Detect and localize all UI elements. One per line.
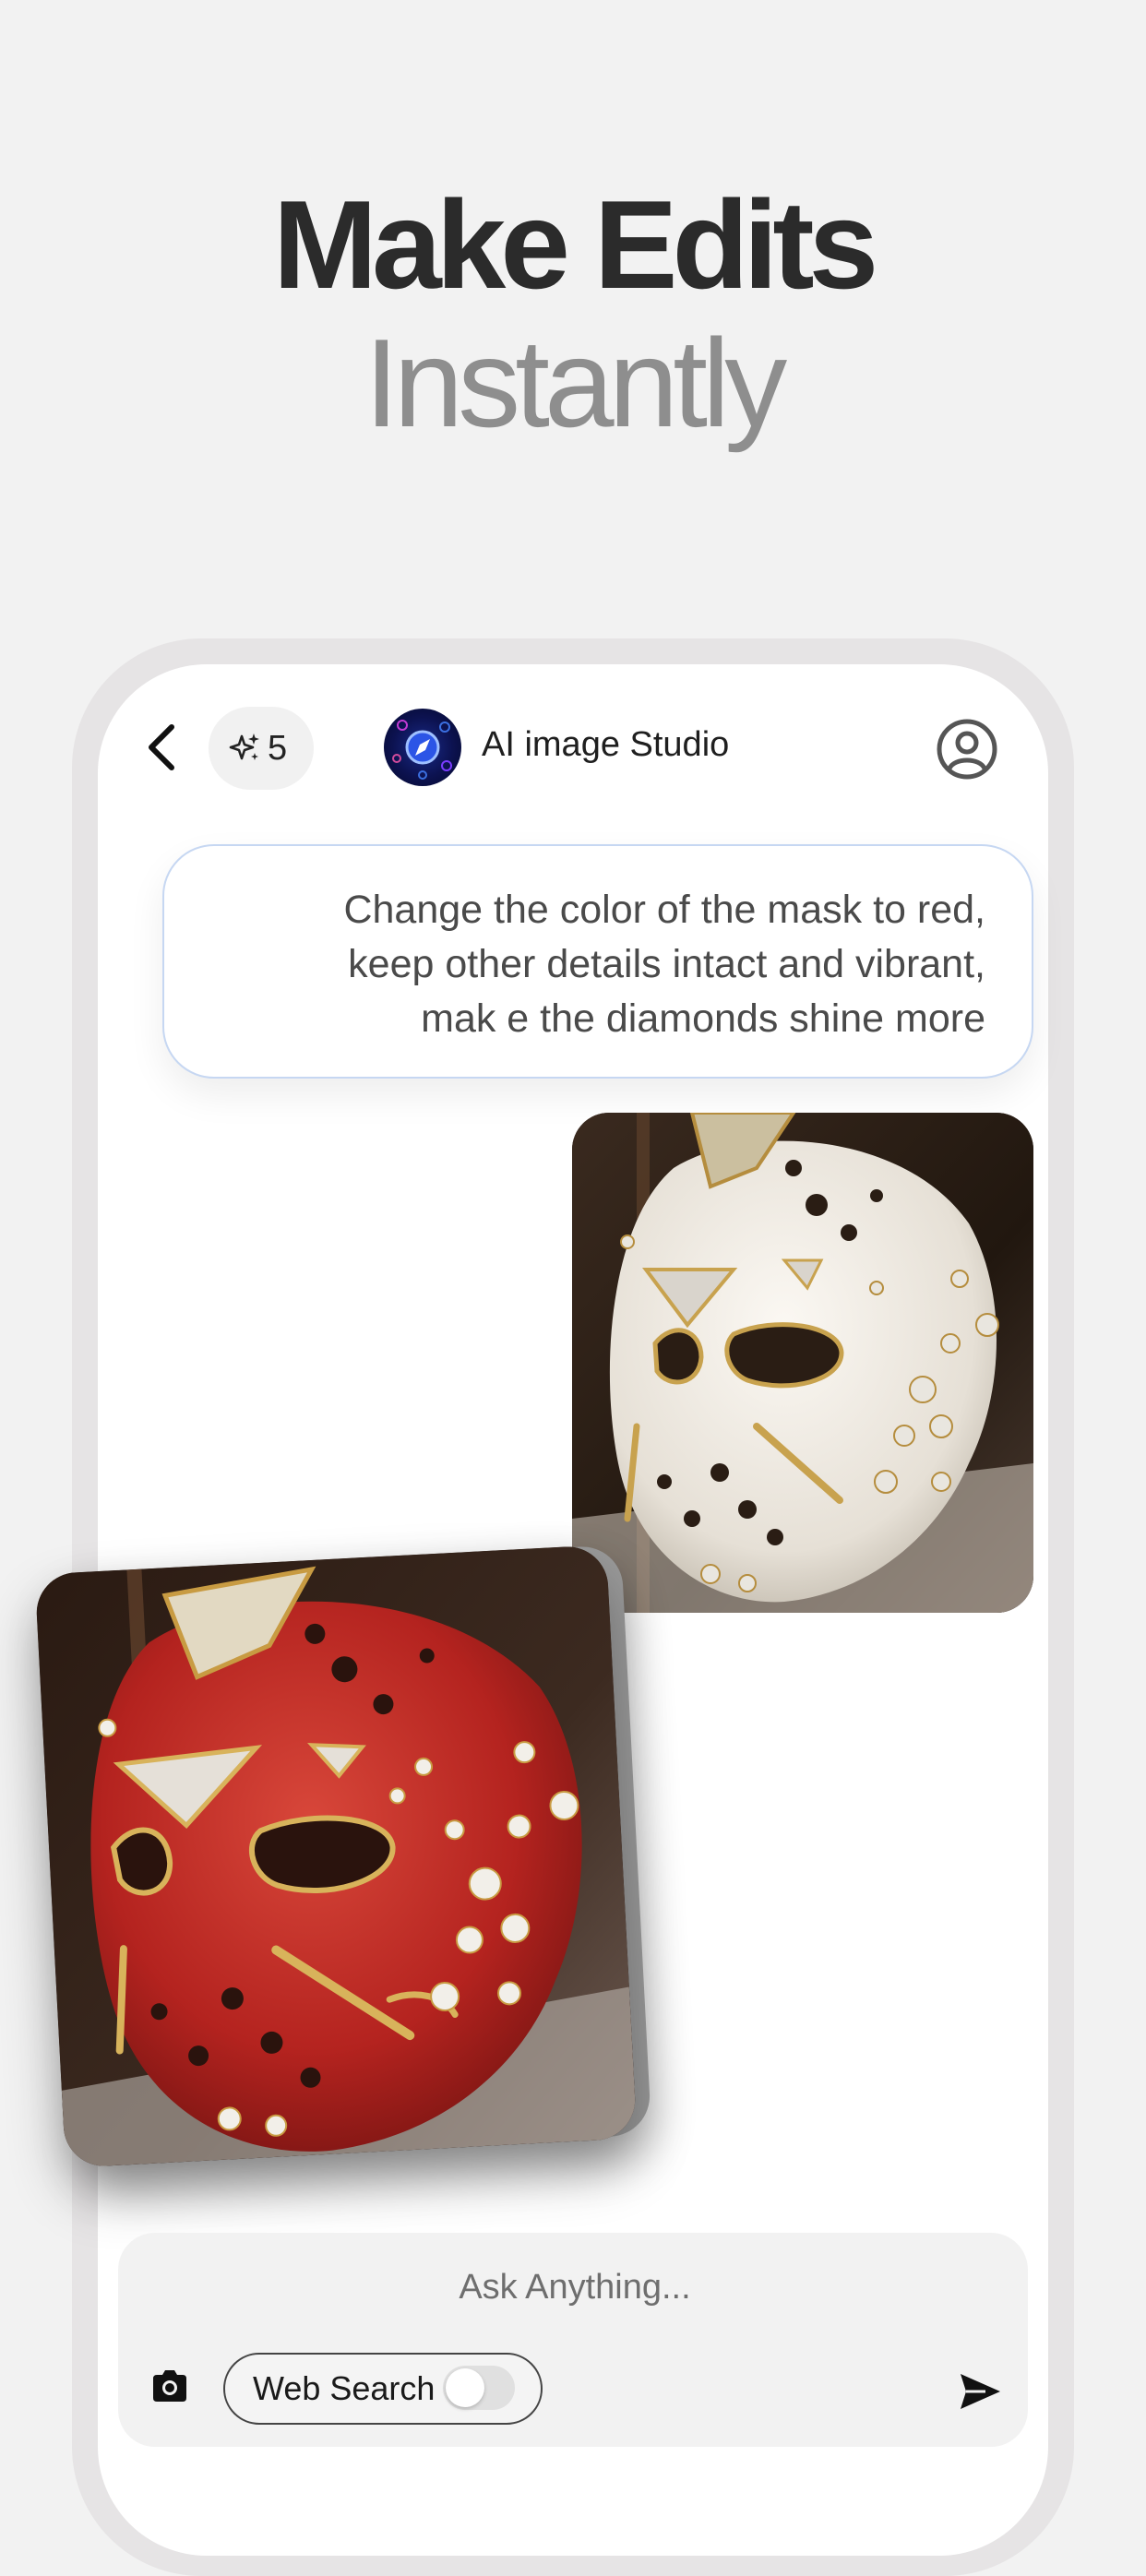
compass-icon: [392, 720, 452, 780]
message-line: keep other details intact and vibrant,: [348, 942, 985, 986]
edited-image[interactable]: [34, 1544, 638, 2168]
ask-input[interactable]: [118, 2259, 1032, 2316]
back-button[interactable]: [138, 720, 186, 775]
profile-button[interactable]: [936, 718, 998, 781]
user-circle-icon: [937, 719, 997, 780]
toggle-knob: [446, 2368, 484, 2407]
white-mask-image: [572, 1113, 1033, 1613]
sparkles-icon: [229, 733, 259, 760]
hero: Make Edits Instantly: [0, 175, 1146, 452]
hero-title: Make Edits: [272, 174, 878, 315]
user-message-bubble: Change the color of the mask to red, kee…: [162, 844, 1033, 1079]
message-line: mak e the diamonds shine more: [421, 996, 985, 1041]
send-button[interactable]: [958, 2371, 1002, 2412]
web-search-toggle[interactable]: Web Search: [223, 2353, 543, 2425]
message-line: Change the color of the mask to red,: [343, 888, 985, 932]
app-title: AI image Studio: [482, 725, 730, 764]
message-composer: Web Search: [118, 2233, 1032, 2447]
toggle-switch[interactable]: [443, 2366, 515, 2410]
credits-count: 5: [268, 729, 288, 768]
camera-button[interactable]: [149, 2367, 190, 2404]
red-mask-image: [34, 1544, 638, 2168]
user-message-text: Change the color of the mask to red, kee…: [229, 883, 985, 1046]
credits-badge[interactable]: 5: [209, 707, 314, 790]
web-search-label: Web Search: [253, 2369, 436, 2407]
app-logo: [384, 709, 461, 786]
original-image[interactable]: [572, 1113, 1033, 1613]
camera-icon: [153, 2370, 186, 2402]
hero-subtitle: Instantly: [364, 313, 787, 453]
send-icon: [961, 2374, 1000, 2409]
chevron-left-icon: [149, 724, 174, 770]
